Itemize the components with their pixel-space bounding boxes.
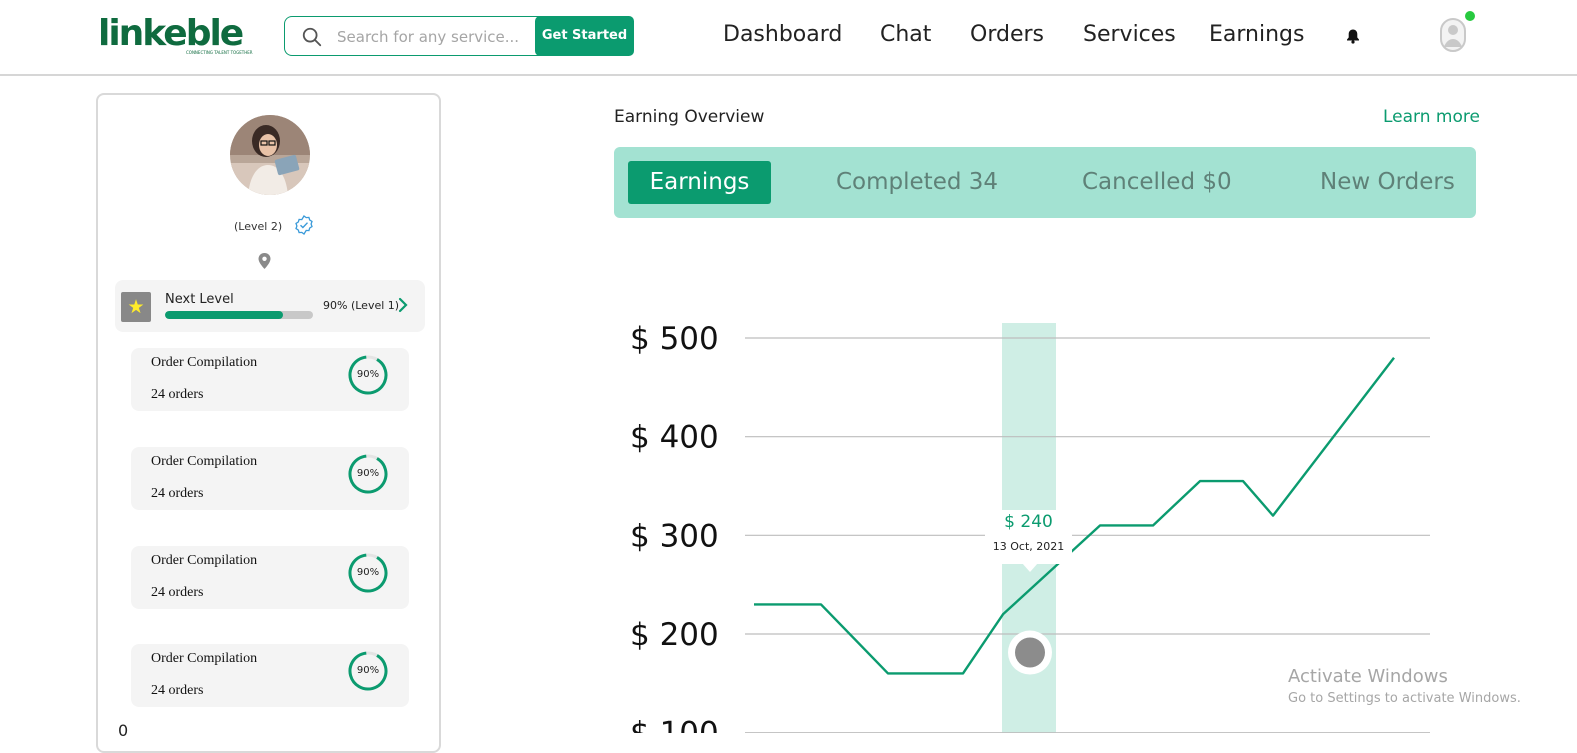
order-card-count: 24 orders	[151, 486, 204, 501]
order-card-count: 24 orders	[151, 387, 204, 402]
earning-overview-title: Earning Overview	[614, 107, 765, 127]
order-progress-ring: 90%	[347, 650, 389, 692]
logo-wordmark: linkeble	[98, 13, 244, 54]
order-card-count: 24 orders	[151, 683, 204, 698]
y-tick-label: $ 400	[630, 420, 719, 456]
order-card-title: Order Compilation	[151, 454, 258, 469]
order-progress-ring: 90%	[347, 453, 389, 495]
highlight-point	[1015, 637, 1045, 668]
order-progress-percent: 90%	[356, 468, 380, 479]
bell-icon[interactable]	[1345, 28, 1361, 44]
top-navigation-bar: linkeble CONNECTING TALENT TOGETHER Get …	[0, 0, 1577, 76]
next-level-progress-bar	[165, 311, 313, 319]
earnings-series-line	[754, 357, 1395, 675]
search-input[interactable]	[337, 25, 533, 49]
search-box	[284, 16, 542, 56]
tab-earnings[interactable]: Earnings	[628, 161, 771, 204]
next-level-label: Next Level	[165, 292, 234, 307]
order-compilation-card[interactable]: Order Compilation 24 orders 90%	[131, 546, 409, 609]
learn-more-link[interactable]: Learn more	[1383, 107, 1480, 127]
order-progress-ring: 90%	[347, 354, 389, 396]
watermark-line-1: Activate Windows	[1288, 666, 1448, 687]
profile-photo[interactable]	[230, 115, 310, 195]
order-card-title: Order Compilation	[151, 355, 258, 370]
order-compilation-card[interactable]: Order Compilation 24 orders 90%	[131, 348, 409, 411]
tab-completed[interactable]: Completed 34	[836, 161, 998, 204]
tooltip-value: $ 240	[1004, 512, 1053, 532]
profile-card: (Level 2) ★ Next Level 90% (Level 1) Ord…	[96, 93, 441, 753]
order-progress-ring: 90%	[347, 552, 389, 594]
search-icon[interactable]	[301, 26, 323, 48]
tooltip-pointer	[1022, 563, 1038, 572]
nav-services[interactable]: Services	[1083, 22, 1176, 47]
nav-orders[interactable]: Orders	[970, 22, 1044, 47]
y-tick-label: $ 200	[630, 617, 719, 653]
nav-dashboard[interactable]: Dashboard	[723, 22, 842, 47]
location-pin-icon	[258, 253, 271, 269]
order-compilation-card[interactable]: Order Compilation 24 orders 90%	[131, 644, 409, 707]
order-progress-percent: 90%	[356, 665, 380, 676]
tab-cancelled[interactable]: Cancelled $0	[1082, 161, 1232, 204]
tooltip-date: 13 Oct, 2021	[992, 540, 1065, 553]
y-tick-label: $ 500	[630, 321, 719, 357]
profile-card-footer-text: 0	[118, 721, 129, 740]
watermark-line-2: Go to Settings to activate Windows.	[1288, 691, 1521, 706]
tab-new-orders[interactable]: New Orders	[1320, 161, 1455, 204]
linkeble-logo[interactable]: linkeble CONNECTING TALENT TOGETHER	[98, 13, 253, 58]
verified-badge-icon	[295, 215, 313, 235]
get-started-button[interactable]: Get Started	[535, 16, 634, 56]
level-label: (Level 2)	[234, 220, 283, 233]
chevron-right-icon[interactable]	[398, 297, 408, 313]
earnings-tab-bar: Earnings Completed 34 Cancelled $0 New O…	[614, 147, 1476, 218]
order-card-title: Order Compilation	[151, 553, 258, 568]
y-tick-label: $ 300	[630, 518, 719, 554]
logo-tagline: CONNECTING TALENT TOGETHER	[186, 50, 253, 55]
user-avatar-icon[interactable]	[1440, 18, 1466, 52]
order-progress-percent: 90%	[356, 567, 380, 578]
order-progress-percent: 90%	[356, 369, 380, 380]
y-tick-label: $ 100	[630, 716, 719, 733]
nav-chat[interactable]: Chat	[880, 22, 931, 47]
order-card-title: Order Compilation	[151, 651, 258, 666]
next-level-panel[interactable]: ★ Next Level 90% (Level 1)	[115, 280, 425, 332]
next-level-percent: 90% (Level 1)	[323, 299, 400, 312]
nav-earnings[interactable]: Earnings	[1209, 22, 1304, 47]
next-level-progress-fill	[165, 311, 284, 319]
star-icon: ★	[121, 292, 151, 322]
order-card-count: 24 orders	[151, 585, 204, 600]
chart-tooltip: $ 240 13 Oct, 2021	[985, 510, 1072, 564]
order-compilation-card[interactable]: Order Compilation 24 orders 90%	[131, 447, 409, 510]
online-status-dot	[1465, 11, 1475, 21]
windows-activation-watermark: Activate Windows Go to Settings to activ…	[1288, 666, 1521, 706]
